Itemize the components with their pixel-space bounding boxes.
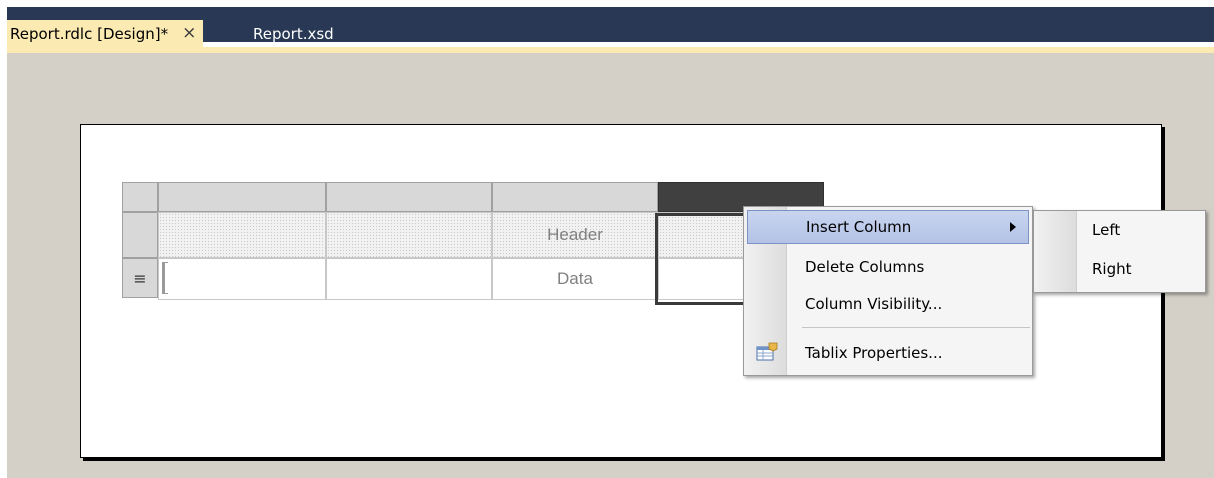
column-handle-2[interactable] <box>326 182 492 212</box>
selected-column-outline <box>655 213 755 305</box>
tab-label: Report.rdlc [Design]* <box>10 24 169 43</box>
submenu-item-right[interactable]: Right <box>1092 260 1132 278</box>
tablix-properties-icon <box>756 342 778 361</box>
insert-column-submenu: Left Right <box>1033 210 1206 293</box>
menu-item-delete-columns[interactable]: Delete Columns <box>747 250 1029 284</box>
submenu-item-left[interactable]: Left <box>1092 221 1120 239</box>
row-group-menu-icon[interactable]: ≡ <box>122 258 158 298</box>
submenu-icon-gutter <box>1034 211 1077 292</box>
menu-separator <box>802 327 1030 328</box>
column-handle-3[interactable] <box>492 182 658 212</box>
context-menu: Insert Column Delete Columns Column Visi… <box>743 206 1033 376</box>
tablix-corner-handle[interactable] <box>122 182 158 212</box>
document-tab-bar: Report.rdlc [Design]* × Report.xsd <box>7 7 1214 47</box>
cell-selection-bracket <box>162 262 168 294</box>
data-cell-2[interactable] <box>326 258 492 300</box>
menu-item-column-visibility[interactable]: Column Visibility... <box>747 287 1029 321</box>
menu-item-label: Tablix Properties... <box>805 344 943 362</box>
menu-item-insert-column[interactable]: Insert Column <box>747 210 1029 244</box>
data-cell-1[interactable] <box>158 258 326 300</box>
header-cell-2[interactable] <box>326 212 492 258</box>
header-cell-text: Header <box>547 225 603 244</box>
menu-item-label: Delete Columns <box>805 258 925 276</box>
header-cell-1[interactable] <box>158 212 326 258</box>
menu-item-label: Insert Column <box>806 218 912 236</box>
submenu-arrow-icon <box>1010 222 1016 232</box>
data-cell-text: Data <box>557 269 593 288</box>
header-cell-3[interactable]: Header <box>492 212 658 258</box>
menu-item-label: Column Visibility... <box>805 295 943 313</box>
column-handle-1[interactable] <box>158 182 326 212</box>
menu-item-tablix-properties[interactable]: Tablix Properties... <box>747 336 1029 370</box>
tab-report-rdlc-design[interactable]: Report.rdlc [Design]* × <box>7 20 204 47</box>
close-icon[interactable]: × <box>182 25 196 42</box>
row-handle-header[interactable] <box>122 212 158 258</box>
data-cell-3[interactable]: Data <box>492 258 658 300</box>
tab-report-xsd[interactable]: Report.xsd <box>253 20 334 47</box>
